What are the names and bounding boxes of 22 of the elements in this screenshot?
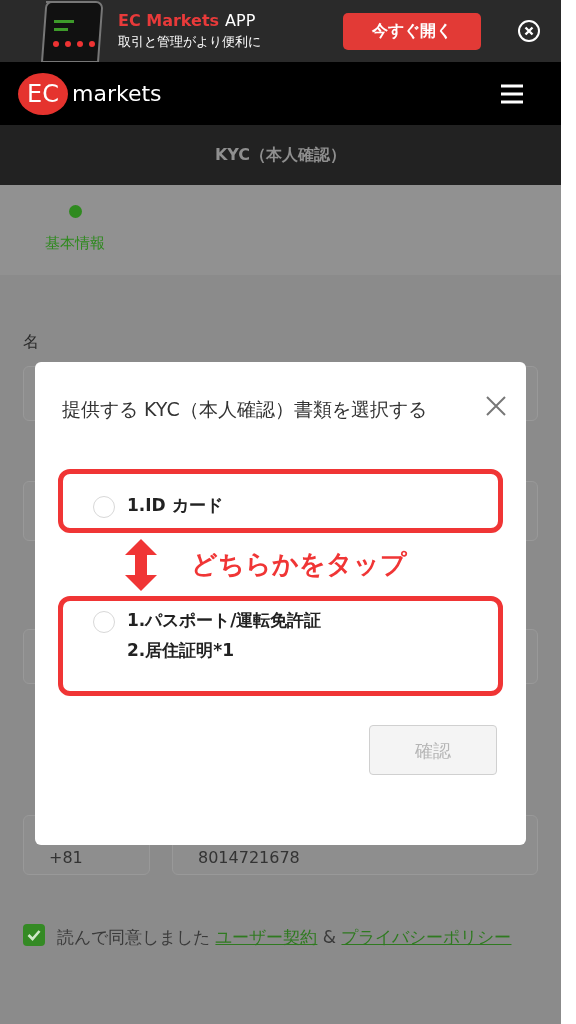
- banner-brand: EC Markets: [118, 11, 220, 31]
- option-text: 1.パスポート/運転免許証: [127, 609, 322, 631]
- logo-text[interactable]: markets: [72, 77, 162, 110]
- menu-icon[interactable]: [501, 82, 523, 105]
- phone-number: 8014721678: [198, 847, 300, 869]
- document-option[interactable]: 1.ID カード: [58, 469, 503, 533]
- logo-mark[interactable]: EC: [18, 72, 68, 115]
- banner-subtitle: 取引と管理がより便利に: [118, 33, 261, 51]
- field-label: 名: [23, 331, 40, 353]
- option-text: 1.ID カード: [127, 494, 223, 516]
- document-option[interactable]: 1.パスポート/運転免許証 2.居住証明*1: [58, 596, 503, 696]
- country-code: +81: [49, 847, 83, 869]
- double-arrow-icon: [125, 538, 157, 591]
- dialog-title: 提供する KYC（本人確認）書類を選択する: [62, 397, 428, 422]
- open-app-button[interactable]: 今すぐ開く: [343, 12, 481, 50]
- agreement-text: 読んで同意しました ユーザー契約 & プライバシーポリシー: [57, 926, 513, 949]
- tap-either-annotation: どちらかをタップ: [191, 548, 407, 581]
- page-title: KYC（本人確認）: [214, 144, 347, 166]
- check-icon: [27, 929, 41, 941]
- agree-checkbox[interactable]: [23, 924, 45, 946]
- option-text: 2.居住証明*1: [127, 639, 235, 661]
- banner-title: APP: [225, 11, 256, 31]
